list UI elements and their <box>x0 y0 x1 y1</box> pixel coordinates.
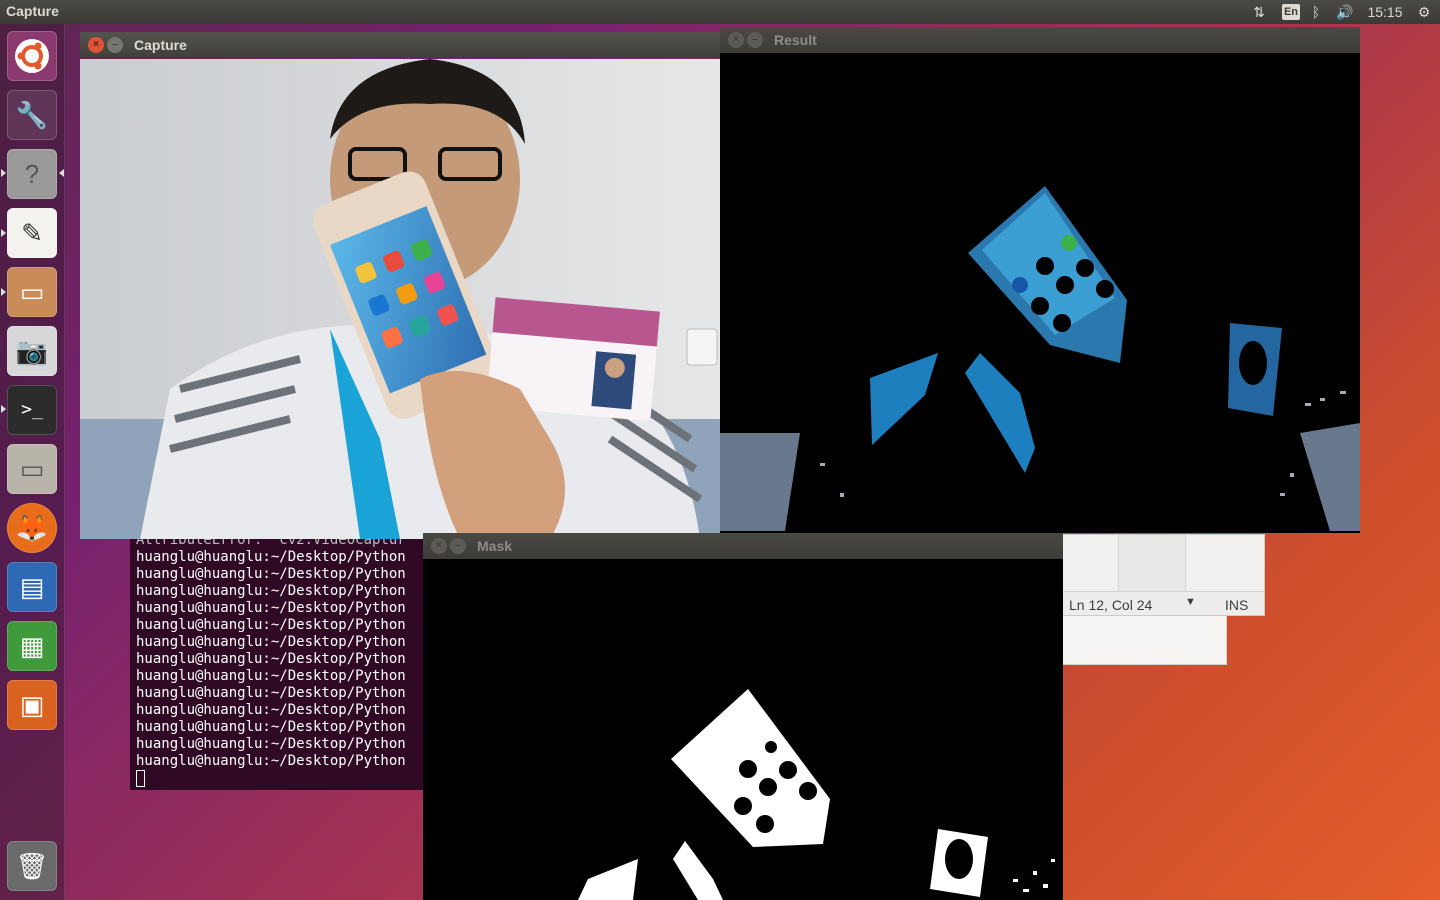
window-title: Capture <box>134 37 187 53</box>
running-indicator <box>1 405 6 413</box>
capture-titlebar[interactable]: × – Capture <box>80 32 720 58</box>
camera-icon[interactable]: 📷 <box>7 326 57 376</box>
ubuntu-dash-icon[interactable] <box>7 31 57 81</box>
launcher: 🔧 ? ✎ ▭ 📷 >_ ▭ 🦊 ▤ ▦ ▣ 🗑 <box>0 24 65 900</box>
clock[interactable]: 15:15 <box>1366 0 1404 24</box>
keyboard-language-indicator[interactable]: En <box>1282 4 1300 20</box>
calc-icon[interactable]: ▦ <box>7 621 57 671</box>
close-icon[interactable]: × <box>431 538 447 554</box>
mask-window[interactable]: × – Mask <box>423 533 1063 900</box>
result-image <box>720 53 1360 533</box>
editor-statusbar: Ln 12, Col 24 ▼ INS <box>1063 591 1264 615</box>
minimize-icon[interactable]: – <box>747 32 763 48</box>
mask-titlebar[interactable]: × – Mask <box>423 533 1063 559</box>
active-app-title: Capture <box>6 3 59 19</box>
terminal-line: huanglu@huanglu:~/Desktop/Python <box>136 583 406 599</box>
cursor-position[interactable]: Ln 12, Col 24 <box>1069 597 1152 613</box>
files-2-icon[interactable]: ▭ <box>7 444 57 494</box>
capture-window[interactable]: × – Capture <box>80 32 720 539</box>
focus-indicator <box>59 169 64 177</box>
insert-mode[interactable]: INS <box>1225 597 1248 613</box>
terminal-line: huanglu@huanglu:~/Desktop/Python <box>136 549 406 565</box>
running-indicator <box>1 169 6 177</box>
terminal-line: huanglu@huanglu:~/Desktop/Python <box>136 668 406 684</box>
capture-image-render <box>80 59 720 539</box>
terminal-line: huanglu@huanglu:~/Desktop/Python <box>136 651 406 667</box>
result-titlebar[interactable]: × – Result <box>720 27 1360 53</box>
top-panel: Capture ⇅ En ᛒ 🔊 15:15 ⚙ <box>0 0 1440 24</box>
close-icon[interactable]: × <box>88 37 104 53</box>
bluetooth-icon[interactable]: ᛒ <box>1309 0 1323 24</box>
text-editor-icon[interactable]: ✎ <box>7 208 57 258</box>
running-indicator <box>1 288 6 296</box>
terminal-line: huanglu@huanglu:~/Desktop/Python <box>136 634 406 650</box>
impress-icon[interactable]: ▣ <box>7 680 57 730</box>
files-icon[interactable]: ▭ <box>7 267 57 317</box>
capture-image <box>80 59 720 539</box>
editor-window-back <box>1062 615 1227 665</box>
terminal-line: huanglu@huanglu:~/Desktop/Python <box>136 702 406 718</box>
terminal-line: huanglu@huanglu:~/Desktop/Python <box>136 685 406 701</box>
running-indicator <box>1 229 6 237</box>
terminal-line: huanglu@huanglu:~/Desktop/Python <box>136 617 406 633</box>
writer-icon[interactable]: ▤ <box>7 562 57 612</box>
terminal-line: huanglu@huanglu:~/Desktop/Python <box>136 566 406 582</box>
terminal-window[interactable]: AttributeError: 'cv2.VideoCaptur huanglu@… <box>130 532 430 790</box>
system-settings-icon[interactable]: 🔧 <box>7 90 57 140</box>
mask-image-render <box>423 559 1063 900</box>
volume-icon[interactable]: 🔊 <box>1334 0 1356 24</box>
minimize-icon[interactable]: – <box>450 538 466 554</box>
minimize-icon[interactable]: – <box>107 37 123 53</box>
terminal-icon[interactable]: >_ <box>7 385 57 435</box>
help-icon[interactable]: ? <box>7 149 57 199</box>
mask-image <box>423 559 1063 900</box>
result-window[interactable]: × – Result <box>720 27 1360 533</box>
window-title: Result <box>774 32 817 48</box>
firefox-icon[interactable]: 🦊 <box>7 503 57 553</box>
terminal-cursor <box>136 770 145 787</box>
settings-gear-icon[interactable]: ⚙ <box>1414 0 1434 24</box>
trash-icon[interactable]: 🗑 <box>7 841 57 891</box>
editor-window[interactable]: Ln 12, Col 24 ▼ INS <box>1062 534 1265 616</box>
terminal-line: huanglu@huanglu:~/Desktop/Python <box>136 753 406 769</box>
window-title: Mask <box>477 538 513 554</box>
result-image-render <box>720 53 1360 533</box>
network-icon[interactable]: ⇅ <box>1250 0 1268 24</box>
close-icon[interactable]: × <box>728 32 744 48</box>
chevron-down-icon[interactable]: ▼ <box>1185 596 1196 608</box>
editor-toolbar-cell <box>1118 535 1185 591</box>
terminal-line: huanglu@huanglu:~/Desktop/Python <box>136 736 406 752</box>
terminal-line: huanglu@huanglu:~/Desktop/Python <box>136 600 406 616</box>
terminal-line: huanglu@huanglu:~/Desktop/Python <box>136 719 406 735</box>
editor-toolbar-cell <box>1185 535 1186 591</box>
terminal-output[interactable]: AttributeError: 'cv2.VideoCaptur huanglu@… <box>136 532 406 787</box>
